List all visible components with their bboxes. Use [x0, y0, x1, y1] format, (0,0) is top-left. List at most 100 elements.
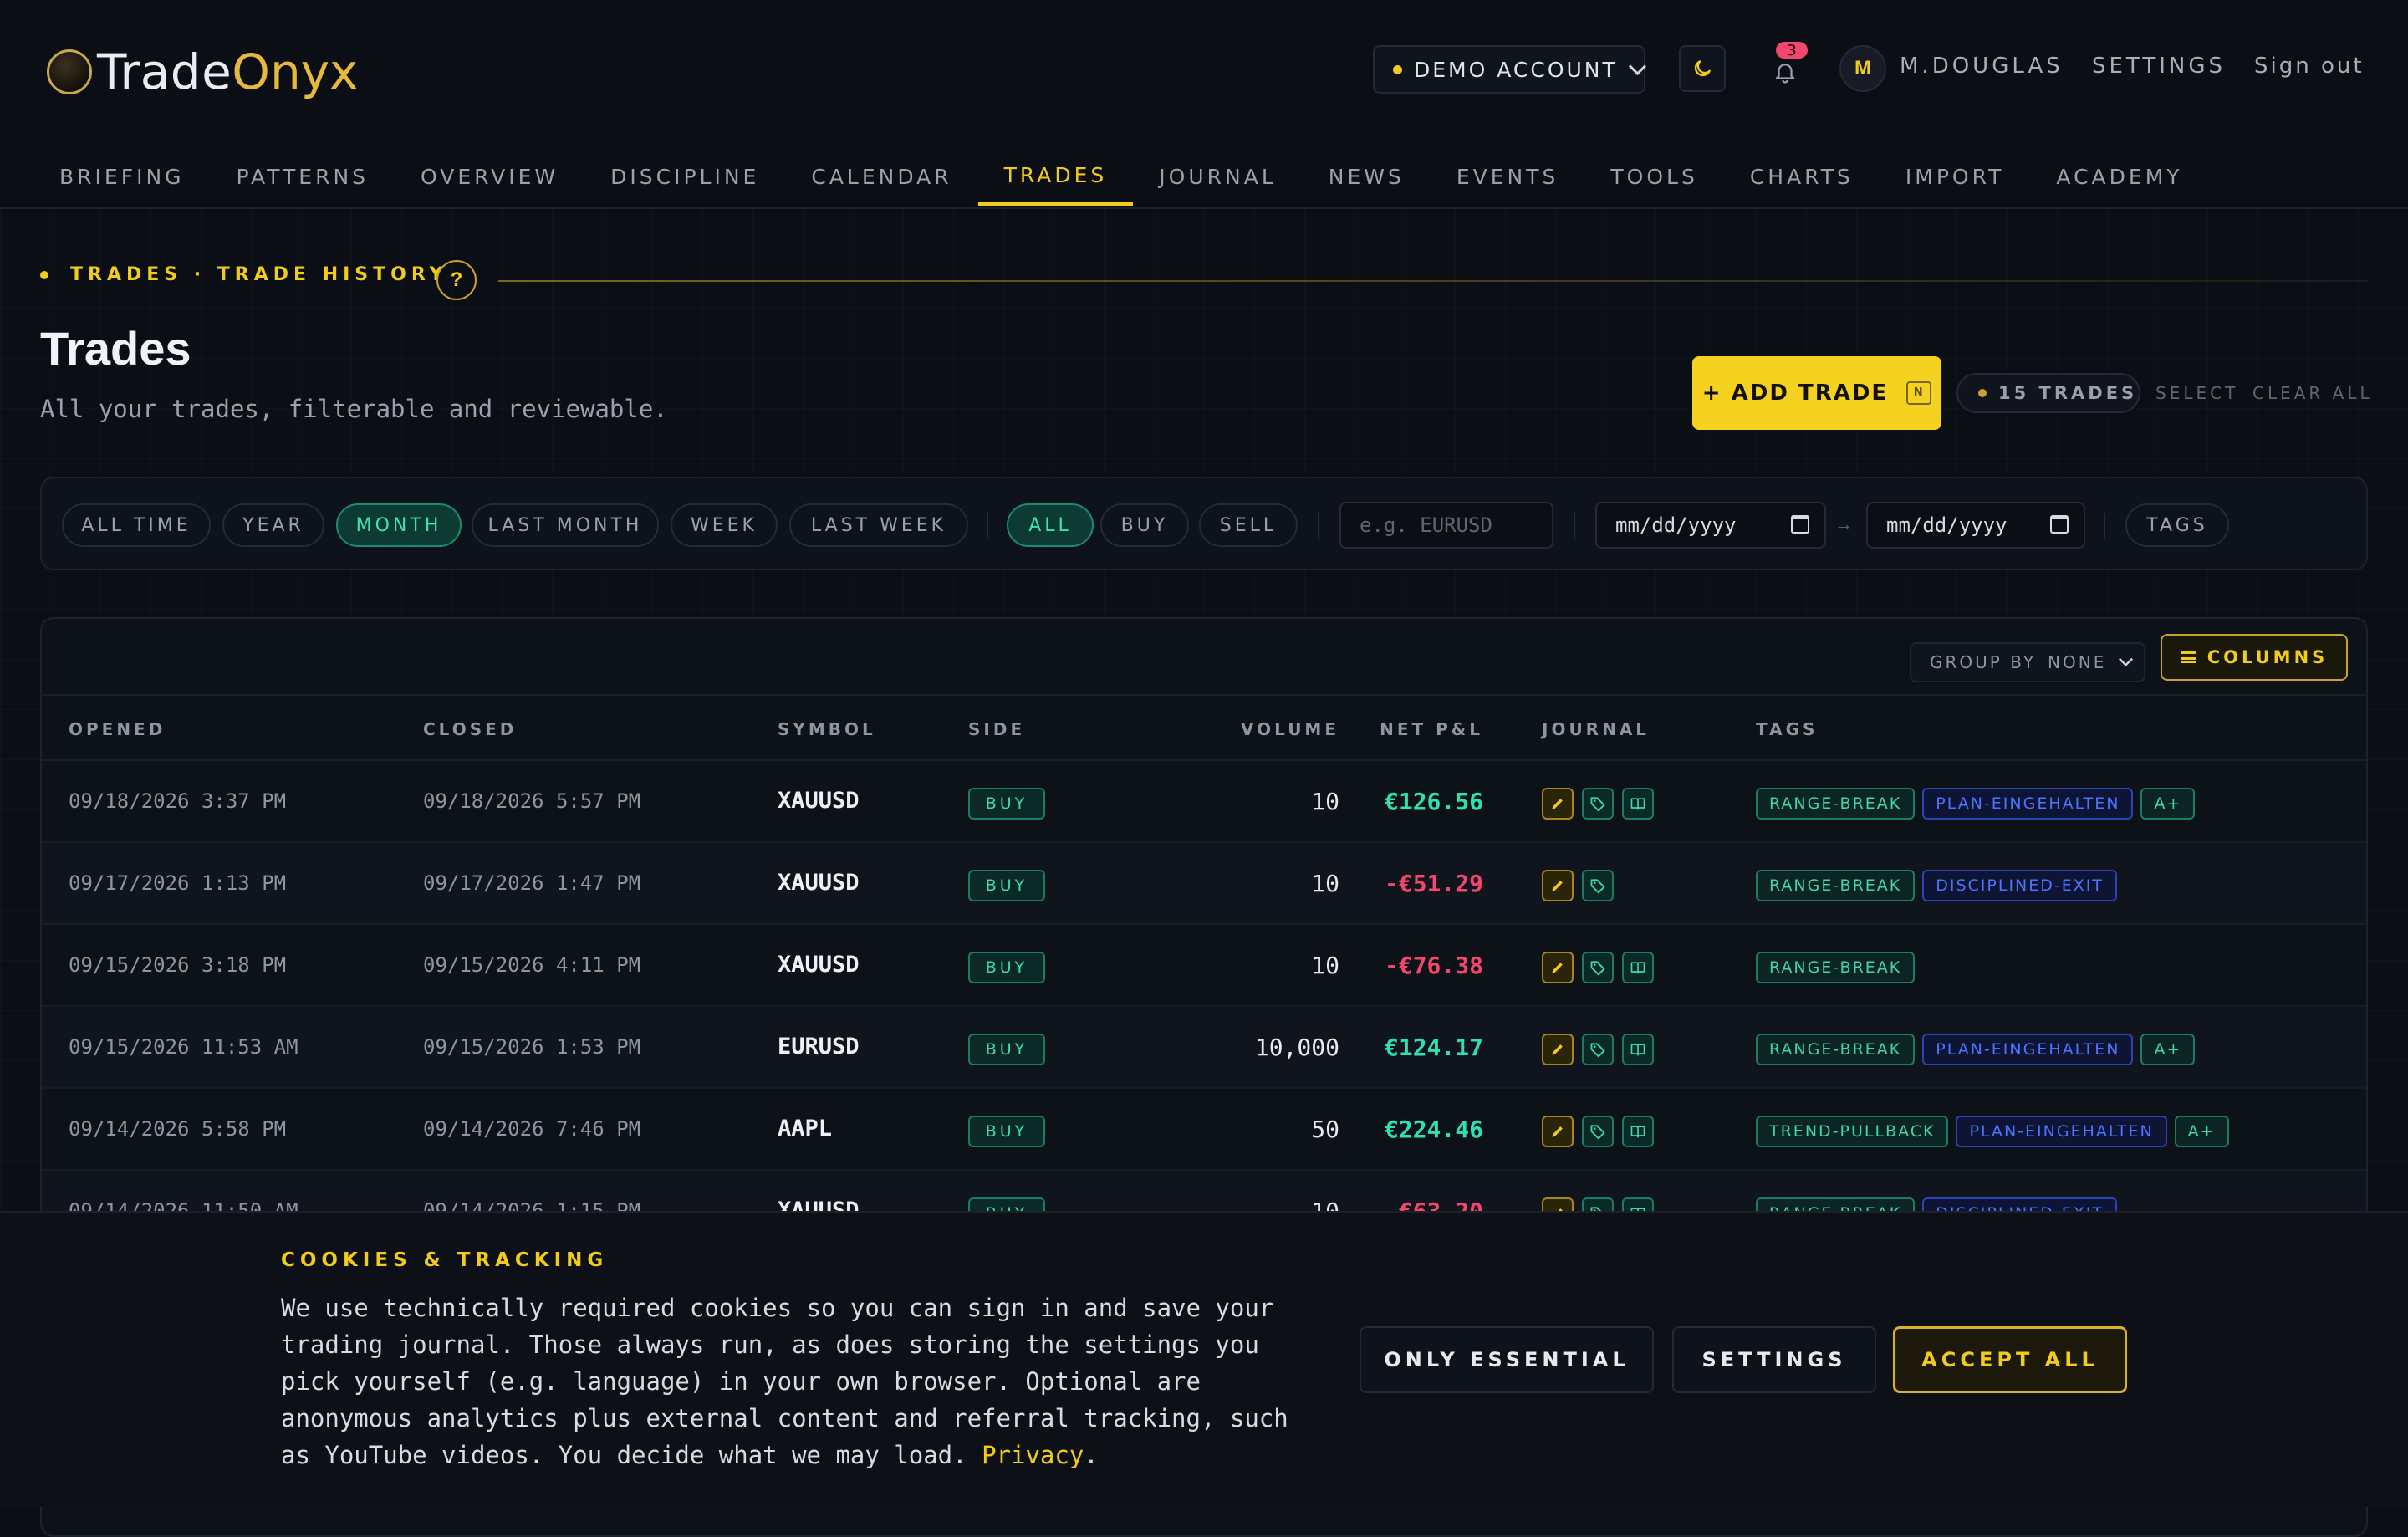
tag-icon[interactable]: [1582, 1034, 1614, 1065]
column-header-symbol[interactable]: SYMBOL: [778, 719, 876, 739]
bell-icon: [1775, 64, 1795, 84]
column-header-net-p-l[interactable]: NET P&L: [1380, 719, 1483, 739]
period-filter-last-week[interactable]: LAST WEEK: [789, 503, 968, 547]
logo-text-onyx: Onyx: [232, 43, 359, 100]
tab-journal[interactable]: JOURNAL: [1133, 147, 1302, 206]
group-by-select[interactable]: GROUP BY NONE: [1910, 642, 2145, 682]
logo[interactable]: Trade Onyx: [47, 38, 358, 105]
period-filter-last-month[interactable]: LAST MONTH: [472, 503, 659, 547]
tab-academy[interactable]: ACADEMY: [2030, 147, 2208, 206]
edit-pencil-icon[interactable]: [1542, 788, 1574, 820]
tag-chip[interactable]: DISCIPLINED-EXIT: [1922, 870, 2117, 901]
avatar[interactable]: M: [1839, 45, 1886, 92]
tab-patterns[interactable]: PATTERNS: [211, 147, 395, 206]
tab-briefing[interactable]: BRIEFING: [33, 147, 211, 206]
symbol-cell[interactable]: EURUSD: [778, 1034, 860, 1060]
column-header-opened[interactable]: OPENED: [69, 719, 166, 739]
theme-toggle[interactable]: [1679, 45, 1726, 92]
help-button[interactable]: ?: [436, 260, 477, 300]
edit-pencil-icon[interactable]: [1542, 1116, 1574, 1147]
only-essential-button[interactable]: ONLY ESSENTIAL: [1360, 1326, 1654, 1393]
select-link[interactable]: SELECT: [2155, 383, 2238, 403]
table-row[interactable]: 09/17/2026 1:13 PM 09/17/2026 1:47 PM XAUU…: [42, 843, 2366, 925]
symbol-cell[interactable]: XAUUSD: [778, 870, 860, 896]
column-header-closed[interactable]: CLOSED: [423, 719, 517, 739]
tag-chip[interactable]: A+: [2140, 788, 2196, 820]
tag-chip[interactable]: TREND-PULLBACK: [1756, 1116, 1949, 1147]
tab-calendar[interactable]: CALENDAR: [785, 147, 977, 206]
edit-pencil-icon[interactable]: [1542, 1034, 1574, 1065]
date-from-input[interactable]: mm/dd/yyyy: [1595, 502, 1826, 549]
symbol-search-input[interactable]: e.g. EURUSD: [1339, 502, 1553, 549]
settings-link[interactable]: SETTINGS: [2092, 54, 2226, 79]
table-row[interactable]: 09/14/2026 5:58 PM 09/14/2026 7:46 PM AAPL…: [42, 1089, 2366, 1171]
calendar-icon[interactable]: [1791, 515, 1809, 534]
tags-filter-button[interactable]: TAGS: [2125, 503, 2229, 547]
tag-chip[interactable]: PLAN-EINGEHALTEN: [1956, 1116, 2167, 1147]
tag-chip[interactable]: RANGE-BREAK: [1756, 870, 1916, 901]
table-row[interactable]: 09/18/2026 3:37 PM 09/18/2026 5:57 PM XAUU…: [42, 761, 2366, 843]
tag-chip[interactable]: PLAN-EINGEHALTEN: [1922, 788, 2134, 820]
cookie-settings-button[interactable]: SETTINGS: [1672, 1326, 1876, 1393]
column-header-tags[interactable]: TAGS: [1756, 719, 1818, 739]
tag-icon[interactable]: [1582, 1116, 1614, 1147]
closed-cell: 09/15/2026 4:11 PM: [423, 953, 641, 977]
date-range-arrow: →: [1834, 513, 1853, 534]
tag-chip[interactable]: A+: [2174, 1116, 2229, 1147]
opened-cell: 09/14/2026 5:58 PM: [69, 1117, 287, 1141]
side-filter-sell[interactable]: SELL: [1199, 503, 1298, 547]
symbol-cell[interactable]: XAUUSD: [778, 952, 860, 978]
tag-chip[interactable]: RANGE-BREAK: [1756, 1034, 1916, 1065]
tab-tools[interactable]: TOOLS: [1584, 147, 1723, 206]
tag-icon[interactable]: [1582, 870, 1614, 901]
date-to-input[interactable]: mm/dd/yyyy: [1866, 502, 2085, 549]
journal-book-icon[interactable]: [1622, 1116, 1654, 1147]
columns-button[interactable]: COLUMNS: [2161, 634, 2348, 681]
tag-icon[interactable]: [1582, 952, 1614, 983]
side-filter-all[interactable]: ALL: [1007, 503, 1094, 547]
add-trade-button[interactable]: + ADD TRADE N: [1692, 356, 1941, 430]
calendar-icon[interactable]: [2050, 515, 2069, 534]
breadcrumb-dot: [40, 270, 48, 279]
symbol-cell[interactable]: AAPL: [778, 1116, 832, 1141]
tab-news[interactable]: NEWS: [1303, 147, 1431, 206]
column-header-side[interactable]: SIDE: [968, 719, 1025, 739]
tab-import[interactable]: IMPORT: [1880, 147, 2031, 206]
table-row[interactable]: 09/15/2026 11:53 AM 09/15/2026 1:53 PM EUR…: [42, 1007, 2366, 1089]
journal-book-icon[interactable]: [1622, 952, 1654, 983]
privacy-link[interactable]: Privacy: [982, 1441, 1084, 1469]
net-pnl-cell: -€76.38: [1384, 952, 1483, 979]
accept-all-button[interactable]: ACCEPT ALL: [1893, 1326, 2127, 1393]
side-filter-buy[interactable]: BUY: [1100, 503, 1189, 547]
period-filter-all-time[interactable]: ALL TIME: [62, 503, 211, 547]
clear-all-link[interactable]: CLEAR ALL: [2252, 383, 2373, 403]
journal-book-icon[interactable]: [1622, 1034, 1654, 1065]
tag-chip[interactable]: RANGE-BREAK: [1756, 952, 1916, 983]
tab-discipline[interactable]: DISCIPLINE: [584, 147, 785, 206]
period-filter-month[interactable]: MONTH: [336, 503, 462, 547]
symbol-cell[interactable]: XAUUSD: [778, 788, 860, 814]
table-row[interactable]: 09/15/2026 3:18 PM 09/15/2026 4:11 PM XAUU…: [42, 925, 2366, 1007]
account-selector[interactable]: DEMO ACCOUNT: [1373, 45, 1646, 94]
edit-pencil-icon[interactable]: [1542, 952, 1574, 983]
tag-chip[interactable]: PLAN-EINGEHALTEN: [1922, 1034, 2134, 1065]
tag-icon[interactable]: [1582, 788, 1614, 820]
cookie-body: We use technically required cookies so y…: [281, 1294, 1288, 1469]
journal-book-icon[interactable]: [1622, 788, 1654, 820]
column-header-journal[interactable]: JOURNAL: [1542, 719, 1650, 739]
signout-link[interactable]: Sign out: [2254, 54, 2365, 79]
edit-pencil-icon[interactable]: [1542, 870, 1574, 901]
column-header-volume[interactable]: VOLUME: [1241, 719, 1339, 739]
tab-overview[interactable]: OVERVIEW: [395, 147, 584, 206]
username[interactable]: M.DOUGLAS: [1900, 54, 2064, 79]
moon-icon: [1694, 60, 1711, 77]
tag-chip[interactable]: RANGE-BREAK: [1756, 788, 1916, 820]
columns-label: COLUMNS: [2206, 647, 2329, 667]
tab-charts[interactable]: CHARTS: [1724, 147, 1880, 206]
tag-list: RANGE-BREAK: [1756, 952, 1922, 983]
period-filter-week[interactable]: WEEK: [671, 503, 778, 547]
tab-events[interactable]: EVENTS: [1431, 147, 1585, 206]
period-filter-year[interactable]: YEAR: [222, 503, 324, 547]
tab-trades[interactable]: TRADES: [977, 147, 1134, 206]
tag-chip[interactable]: A+: [2140, 1034, 2196, 1065]
